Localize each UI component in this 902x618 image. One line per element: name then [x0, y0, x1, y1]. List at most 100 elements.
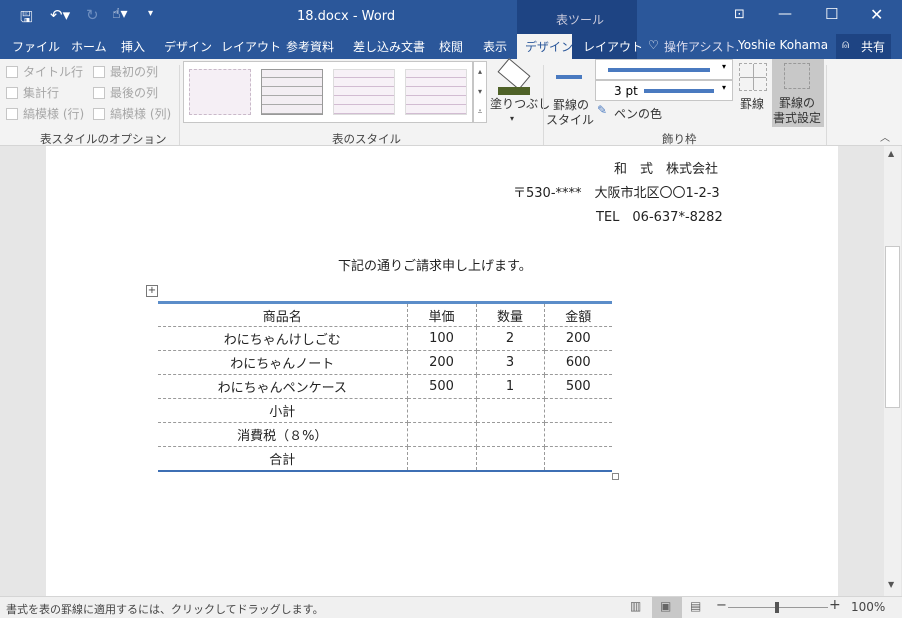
- border-styles-button[interactable]: 罫線の スタイル: [546, 61, 594, 127]
- tab-view[interactable]: 表示: [483, 38, 507, 55]
- table-resize-handle[interactable]: [612, 473, 619, 480]
- gallery-scroll[interactable]: ▴ ▾ ⩡: [473, 61, 487, 123]
- invoice-table: 商品名 単価 数量 金額 わにちゃんけしごむ 100 2 200 わにちゃんノート 20…: [158, 301, 612, 472]
- table-cell[interactable]: 3: [475, 350, 545, 375]
- table-cell[interactable]: 2: [475, 326, 545, 351]
- borders-button[interactable]: 罫線: [736, 61, 770, 127]
- maximize-button[interactable]: ☐: [825, 5, 838, 23]
- tab-table-design[interactable]: デザイン: [525, 38, 573, 55]
- table-cell[interactable]: 500: [543, 374, 612, 399]
- pen-icon: ✎: [597, 103, 608, 117]
- tab-insert[interactable]: 挿入: [121, 38, 145, 55]
- border-painter-button[interactable]: 罫線の 書式設定: [772, 59, 824, 127]
- table-move-handle[interactable]: +: [146, 285, 158, 297]
- table-cell[interactable]: 100: [406, 326, 477, 351]
- table-cell[interactable]: 消費税（８%）: [158, 422, 408, 447]
- header-cell[interactable]: 金額: [543, 302, 612, 327]
- customize-qat-icon[interactable]: ▾: [148, 8, 153, 19]
- table-row: わにちゃんペンケース 500 1 500: [158, 374, 612, 399]
- table-cell[interactable]: [543, 422, 612, 447]
- tab-review[interactable]: 校閲: [439, 38, 463, 55]
- table-cell[interactable]: 500: [406, 374, 477, 399]
- table-cell[interactable]: 合計: [158, 446, 408, 471]
- scroll-up-icon[interactable]: ▲: [888, 149, 894, 158]
- person-add-icon: ⍝: [842, 37, 850, 51]
- total-row-checkbox[interactable]: 集計行: [6, 84, 59, 101]
- table-cell[interactable]: [475, 398, 545, 423]
- table-cell[interactable]: わにちゃんノート: [158, 350, 408, 375]
- line-style-dropdown[interactable]: ▾: [595, 59, 733, 80]
- table-cell[interactable]: 1: [475, 374, 545, 399]
- web-layout-icon[interactable]: ▤: [690, 599, 701, 613]
- header-cell[interactable]: 商品名: [158, 302, 408, 327]
- table-cell[interactable]: [475, 422, 545, 447]
- table-cell[interactable]: [543, 398, 612, 423]
- header-row-checkbox[interactable]: タイトル行: [6, 63, 83, 80]
- tab-mailings[interactable]: 差し込み文書: [353, 38, 425, 55]
- tab-file[interactable]: ファイル: [12, 38, 60, 55]
- table-style-plain[interactable]: [189, 69, 251, 115]
- tab-home[interactable]: ホーム: [71, 38, 107, 55]
- table-cell[interactable]: わにちゃんけしごむ: [158, 326, 408, 351]
- print-layout-button[interactable]: ▣: [652, 597, 682, 618]
- tab-references[interactable]: 参考資料: [286, 38, 334, 55]
- zoom-slider-thumb[interactable]: [775, 602, 779, 613]
- ribbon-display-icon[interactable]: ⊡: [734, 7, 745, 22]
- print-layout-icon: ▣: [660, 599, 672, 613]
- zoom-in-button[interactable]: +: [829, 597, 841, 613]
- pen-color-button[interactable]: ✎ ペンの色: [595, 103, 675, 122]
- telephone: TEL 06-637*-8282: [596, 210, 723, 225]
- banded-rows-checkbox[interactable]: 縞模様 (行): [6, 105, 84, 122]
- collapse-ribbon-icon[interactable]: ︿: [880, 129, 890, 144]
- table-cell[interactable]: [406, 446, 477, 471]
- touch-mode-icon[interactable]: ☝▾: [112, 6, 128, 22]
- table-style-light[interactable]: [333, 69, 395, 115]
- redo-icon: ↻: [86, 6, 99, 24]
- table-cell[interactable]: 200: [543, 326, 612, 351]
- intro-text: 下記の通りご請求申し上げます。: [338, 259, 532, 274]
- lightbulb-icon: ♡: [648, 38, 659, 52]
- table-cell[interactable]: 600: [543, 350, 612, 375]
- last-column-checkbox[interactable]: 最後の列: [93, 84, 158, 101]
- table-cell[interactable]: 小計: [158, 398, 408, 423]
- zoom-out-button[interactable]: −: [716, 598, 727, 613]
- table-row: わにちゃんノート 200 3 600: [158, 350, 612, 375]
- table-cell[interactable]: 200: [406, 350, 477, 375]
- table-style-light-2[interactable]: [405, 69, 467, 115]
- read-mode-icon[interactable]: ▥: [630, 599, 641, 613]
- zoom-level[interactable]: 100%: [851, 600, 885, 614]
- scroll-thumb[interactable]: [885, 246, 900, 408]
- table-row: 合計: [158, 446, 612, 471]
- share-button[interactable]: ⍝ 共有: [836, 34, 891, 59]
- tab-design[interactable]: デザイン: [164, 38, 212, 55]
- table-row: 消費税（８%）: [158, 422, 612, 447]
- tab-table-layout[interactable]: レイアウト: [583, 38, 643, 55]
- line-weight-dropdown[interactable]: 3 pt ▾: [595, 80, 733, 101]
- banded-columns-checkbox[interactable]: 縞模様 (列): [93, 105, 171, 122]
- table-styles-gallery: [183, 61, 473, 123]
- undo-icon[interactable]: ↶▾: [50, 6, 70, 24]
- table-style-grid[interactable]: [261, 69, 323, 115]
- borders-group-label: 飾り枠: [662, 132, 697, 146]
- shading-button[interactable]: 塗りつぶし ▾: [490, 58, 550, 129]
- minimize-button[interactable]: —: [778, 6, 792, 22]
- table-cell[interactable]: わにちゃんペンケース: [158, 374, 408, 399]
- title-bar: 🖫 ↶▾ ↻ ☝▾ ▾ 18.docx - Word 表ツール ⊡ — ☐ ✕: [0, 0, 902, 34]
- user-name[interactable]: Yoshie Kohama: [738, 38, 828, 52]
- tab-layout[interactable]: レイアウト: [221, 38, 281, 55]
- border-line-icon: [556, 75, 582, 79]
- paint-bucket-icon: [497, 58, 531, 90]
- vertical-scrollbar[interactable]: ▲ ▼: [884, 146, 901, 596]
- table-cell[interactable]: [475, 446, 545, 471]
- save-icon[interactable]: 🖫: [20, 7, 33, 32]
- borders-icon: [739, 63, 767, 91]
- header-cell[interactable]: 単価: [406, 302, 477, 327]
- tell-me-box[interactable]: 操作アシスト.: [664, 38, 739, 55]
- first-column-checkbox[interactable]: 最初の列: [93, 63, 158, 80]
- table-cell[interactable]: [543, 446, 612, 471]
- header-cell[interactable]: 数量: [475, 302, 545, 327]
- scroll-down-icon[interactable]: ▼: [888, 580, 894, 589]
- table-cell[interactable]: [406, 422, 477, 447]
- close-button[interactable]: ✕: [870, 5, 883, 24]
- table-cell[interactable]: [406, 398, 477, 423]
